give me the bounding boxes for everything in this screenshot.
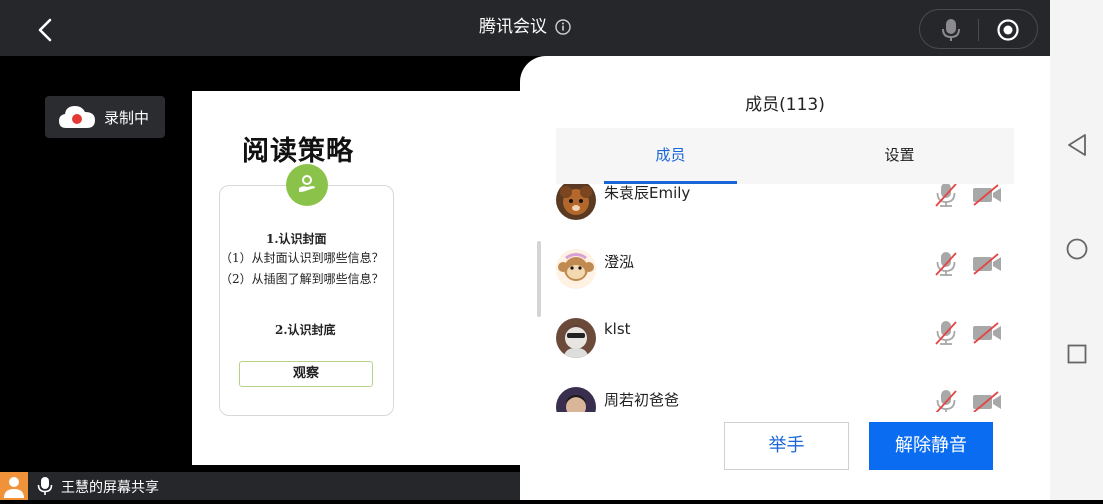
avatar xyxy=(556,387,596,412)
tab-members[interactable]: 成员 xyxy=(556,128,785,184)
slide-title: 阅读策略 xyxy=(242,136,354,167)
mic-muted-icon xyxy=(935,184,957,207)
member-row[interactable]: 朱袁辰Emily xyxy=(556,184,1014,232)
avatar xyxy=(556,184,596,220)
screen-share-label: 王慧的屏幕共享 xyxy=(61,480,159,496)
raise-hand-button[interactable]: 举手 xyxy=(724,422,849,470)
shared-slide: 阅读策略 1.认识封面 （1）从封面认识到哪些信息？ （2）从插图了解到哪些信息… xyxy=(192,91,532,465)
slide-section-1: 1.认识封面 xyxy=(266,232,327,246)
slide-observe-box: 观察 xyxy=(239,361,373,387)
top-bar: 腾讯会议 xyxy=(0,0,1050,56)
slide-section-2: 2.认识封底 xyxy=(275,323,336,337)
member-row[interactable]: 周若初爸爸 xyxy=(556,387,1014,412)
avatar xyxy=(0,472,28,500)
member-row[interactable]: 澄泓 xyxy=(556,249,1014,301)
person-icon xyxy=(4,477,24,498)
android-nav-bar xyxy=(1050,0,1103,500)
hand-leaf-icon xyxy=(286,164,328,206)
panel-title: 成员(113) xyxy=(745,95,825,115)
tab-settings[interactable]: 设置 xyxy=(785,128,1014,184)
meeting-title: 腾讯会议 xyxy=(479,17,547,37)
cloud-record-icon xyxy=(59,106,95,128)
divider xyxy=(978,19,979,41)
info-icon[interactable] xyxy=(555,19,571,35)
members-panel: 成员(113) 成员 设置 朱袁辰Emily 澄泓 klst 周若初爸爸 举手 … xyxy=(520,56,1050,500)
mic-muted-icon xyxy=(935,321,957,345)
record-icon[interactable] xyxy=(997,19,1019,41)
microphone-icon xyxy=(37,477,53,495)
camera-off-icon xyxy=(973,184,1001,206)
member-list[interactable]: 朱袁辰Emily 澄泓 klst 周若初爸爸 xyxy=(556,184,1014,412)
mic-muted-icon xyxy=(935,390,957,412)
member-row[interactable]: klst xyxy=(556,318,1014,370)
mic-muted-icon xyxy=(935,252,957,276)
recording-badge[interactable]: 录制中 xyxy=(45,96,165,138)
camera-off-icon xyxy=(973,322,1001,344)
topbar-controls xyxy=(919,9,1038,49)
microphone-icon[interactable] xyxy=(940,18,962,42)
unmute-button[interactable]: 解除静音 xyxy=(869,422,993,470)
member-name: 澄泓 xyxy=(604,253,635,271)
camera-off-icon xyxy=(973,253,1001,275)
nav-back-icon[interactable] xyxy=(1066,133,1088,157)
slide-line-1: （1）从封面认识到哪些信息？ xyxy=(220,251,384,265)
screen-share-bar: 王慧的屏幕共享 xyxy=(0,472,520,500)
avatar xyxy=(556,249,596,289)
member-name: 朱袁辰Emily xyxy=(604,184,691,202)
chevron-left-icon[interactable] xyxy=(30,14,62,46)
meeting-title-area: 腾讯会议 xyxy=(0,12,1050,37)
panel-tabs: 成员 设置 xyxy=(556,128,1014,184)
scrollbar[interactable] xyxy=(537,241,541,317)
recording-label: 录制中 xyxy=(104,109,150,127)
camera-off-icon xyxy=(973,391,1001,412)
member-name: klst xyxy=(604,320,631,338)
avatar xyxy=(556,318,596,358)
nav-recent-apps-icon[interactable] xyxy=(1067,344,1087,364)
nav-home-icon[interactable] xyxy=(1066,238,1088,260)
member-name: 周若初爸爸 xyxy=(604,391,680,409)
slide-line-2: （2）从插图了解到哪些信息？ xyxy=(220,272,384,286)
